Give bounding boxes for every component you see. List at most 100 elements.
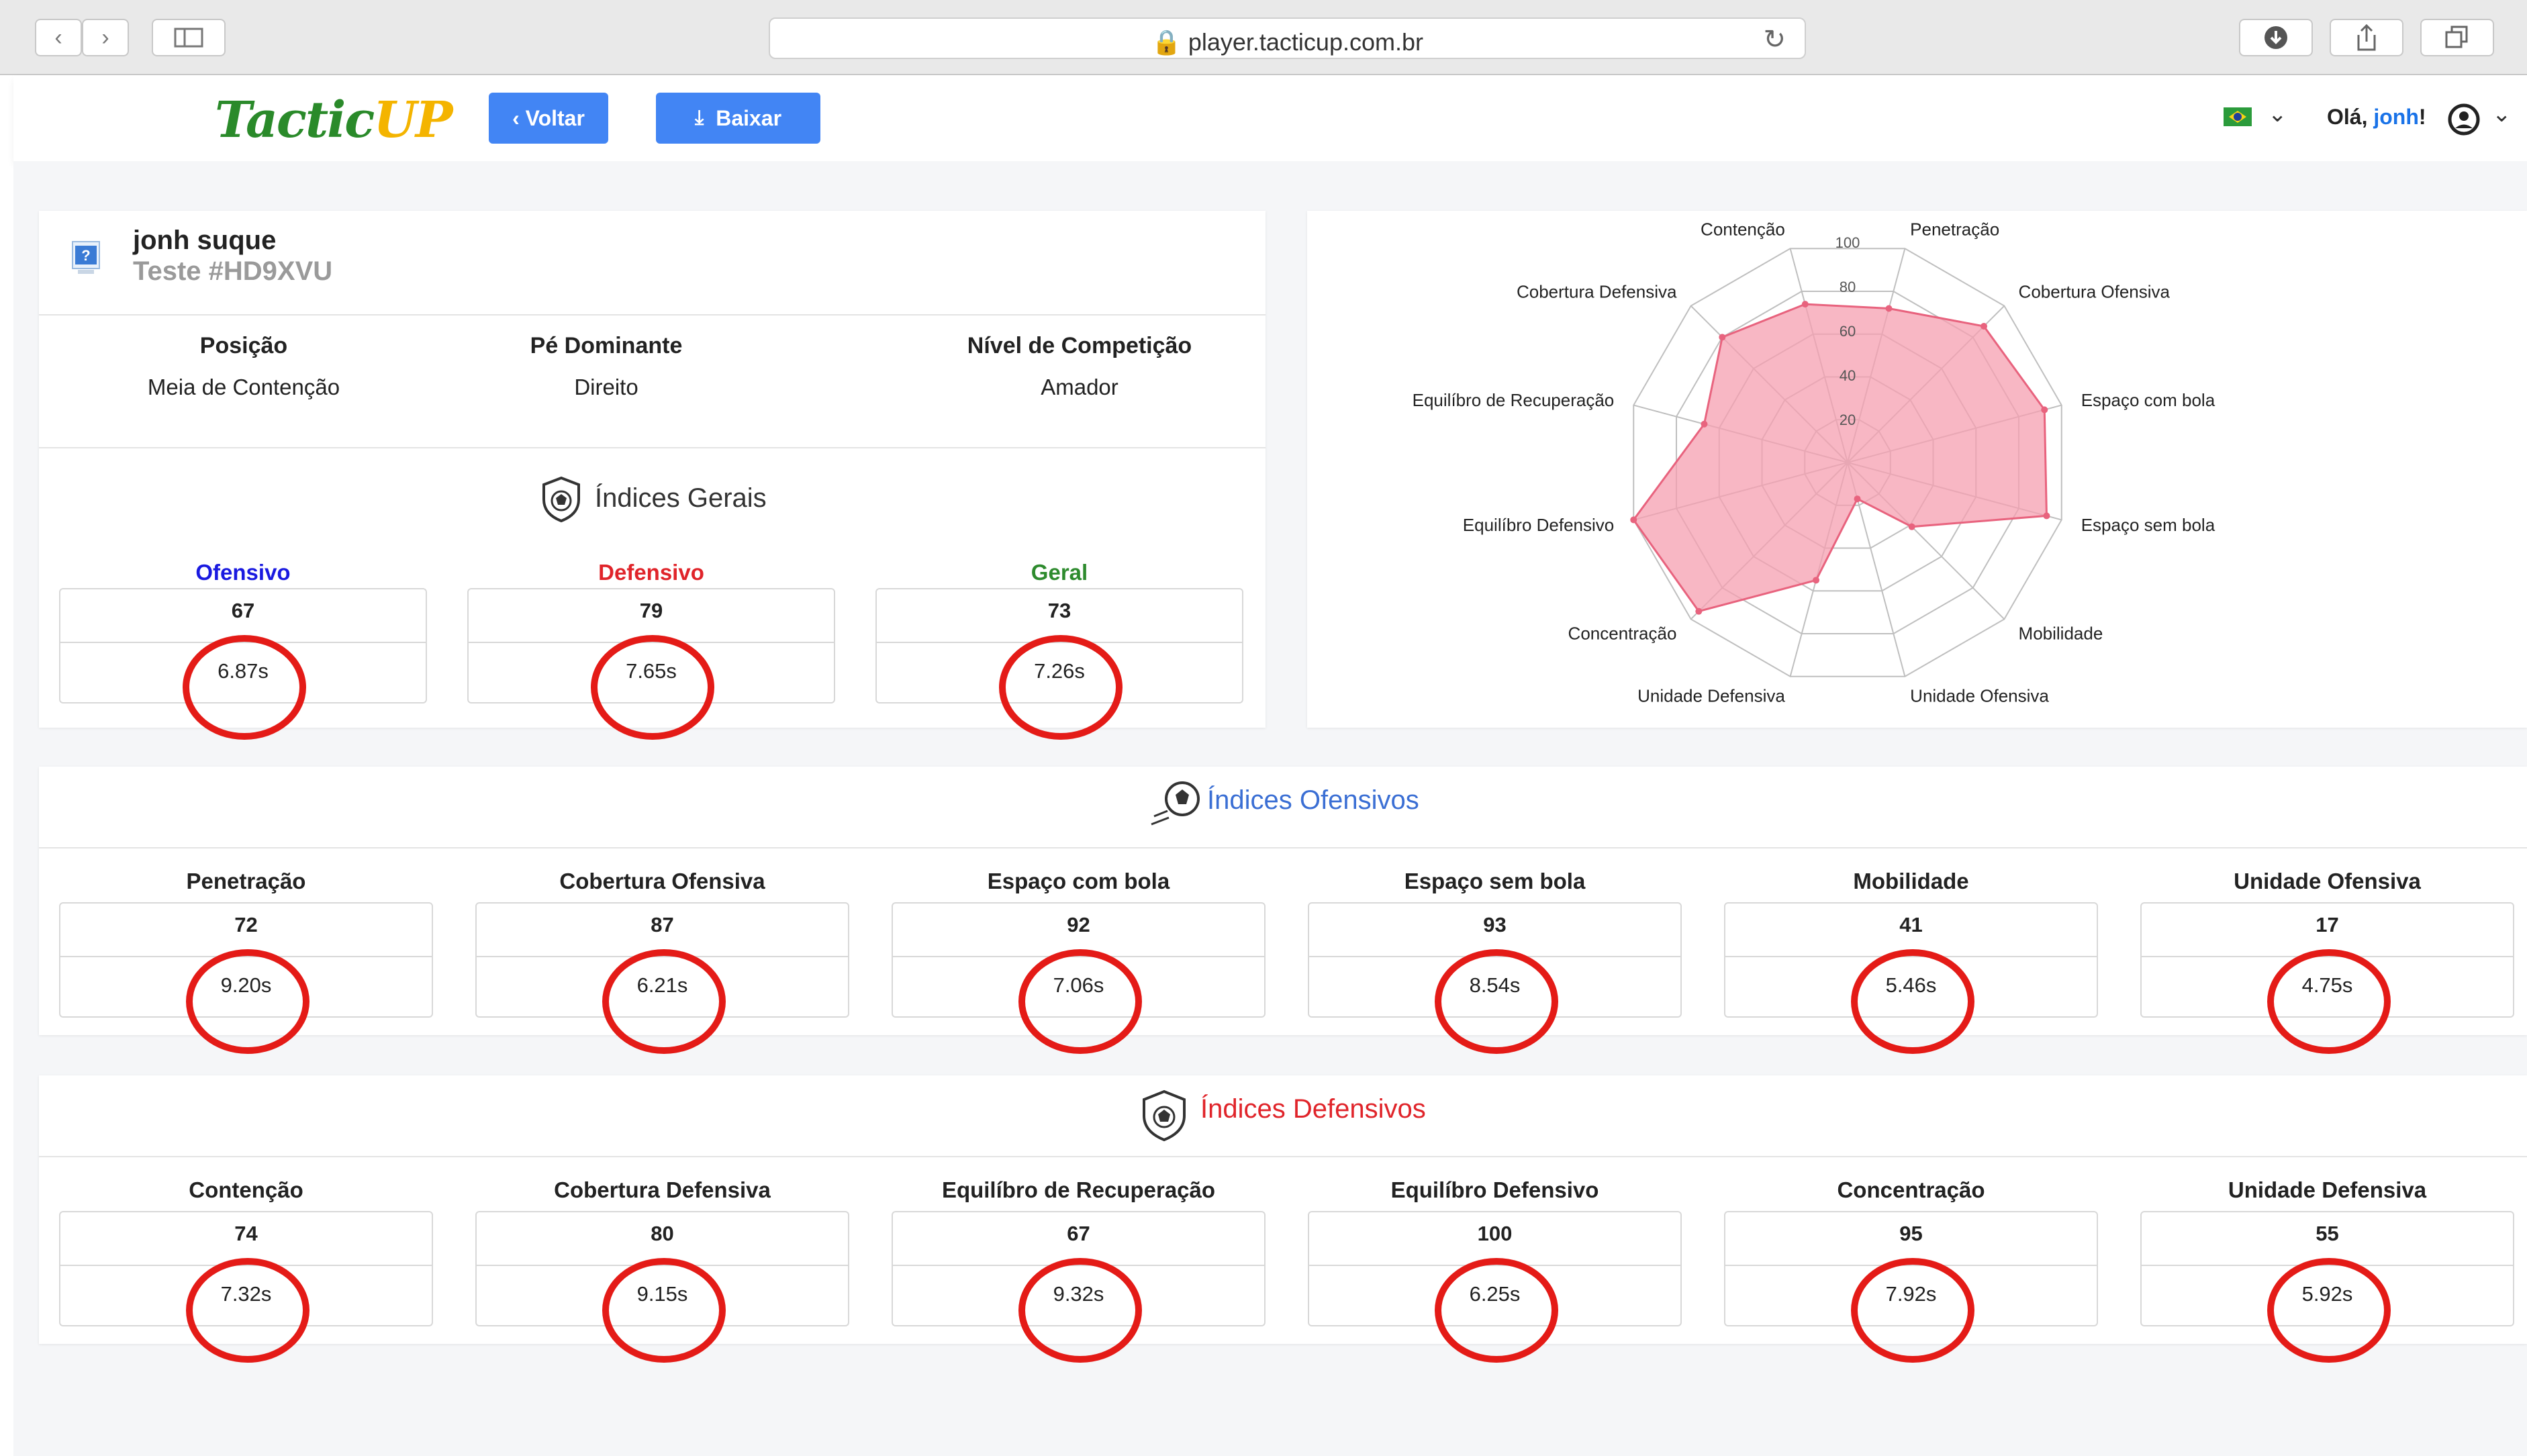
competition-level-value: Amador (1041, 375, 1118, 399)
stat-score: 79 (639, 599, 663, 622)
stat-score: 73 (1047, 599, 1071, 622)
position-label: Posição (199, 333, 288, 358)
radar-point (1801, 301, 1809, 308)
offensive-stat-label: Cobertura Ofensiva (559, 869, 765, 893)
stat-score: 41 (1899, 913, 1923, 936)
soccer-ball-speed-icon (1150, 776, 1204, 833)
back-nav-icon[interactable]: ‹ (35, 19, 82, 56)
competition-level-label: Nível de Competição (967, 333, 1192, 358)
highlight-circle (185, 1258, 309, 1363)
highlight-circle (1018, 1258, 1142, 1363)
back-button[interactable]: ‹ Voltar (489, 93, 608, 144)
general-stat-box: 73 7.26s (875, 588, 1243, 740)
stat-score: 93 (1483, 913, 1507, 936)
offensive-stat-box: 72 9.20s (59, 902, 433, 1054)
defensive-stat-label: Unidade Defensiva (2228, 1177, 2427, 1202)
radar-axis-label: Penetração (1910, 219, 1999, 239)
highlight-circle (1850, 1258, 1974, 1363)
player-name: jonh suque (133, 226, 277, 255)
defensive-stat-box: 95 7.92s (1724, 1211, 2098, 1363)
defensive-stat-box: 80 9.15s (475, 1211, 849, 1363)
stat-score: 87 (651, 913, 674, 936)
radar-axis-label: Equilíbro de Recuperação (1413, 390, 1615, 410)
radar-tick-label: 80 (1840, 279, 1856, 295)
highlight-circle (1018, 949, 1142, 1054)
download-arrow-icon: ⤓ (694, 107, 704, 129)
share-icon[interactable] (2330, 19, 2403, 56)
radar-tick-label: 100 (1835, 234, 1860, 251)
offensive-stat-label: Espaço sem bola (1404, 869, 1586, 893)
radar-point (1813, 577, 1820, 584)
radar-point (1885, 305, 1893, 312)
download-icon[interactable] (2239, 19, 2313, 56)
radar-axis-label: Concentração (1568, 624, 1677, 644)
offensive-stat-box: 41 5.46s (1724, 902, 2098, 1054)
address-bar[interactable]: 🔒 player.tacticup.com.br ↻ (769, 17, 1806, 59)
defensive-stat-label: Cobertura Defensiva (554, 1177, 771, 1202)
radar-point (2041, 406, 2048, 414)
forward-nav-icon[interactable]: › (82, 19, 129, 56)
tabs-icon[interactable] (2420, 19, 2494, 56)
player-avatar-icon: ? (71, 239, 101, 277)
lock-icon: 🔒 (1151, 28, 1182, 56)
offensive-stat-box: 92 7.06s (892, 902, 1266, 1054)
stat-score: 100 (1477, 1222, 1513, 1245)
offensive-stat-label: Mobilidade (1853, 869, 1969, 893)
general-stat-label: Defensivo (598, 560, 704, 585)
sidebar-toggle-icon[interactable] (152, 19, 226, 56)
divider (39, 1156, 2527, 1157)
user-greeting: Olá, jonh! (2327, 105, 2426, 129)
general-stat-label: Geral (1031, 560, 1088, 585)
stat-score: 72 (234, 913, 258, 936)
stat-score: 80 (651, 1222, 674, 1245)
divider (39, 847, 2527, 848)
highlight-circle (1434, 949, 1558, 1054)
defensive-stat-label: Concentração (1837, 1177, 1985, 1202)
player-card: ? jonh suque Teste #HD9XVU Posição Meia … (39, 211, 1266, 740)
stat-score: 67 (231, 599, 255, 622)
radar-point (1908, 523, 1915, 530)
stat-score: 67 (1067, 1222, 1090, 1245)
offensive-stat-label: Penetração (186, 869, 306, 893)
radar-axis-label: Contenção (1701, 219, 1785, 239)
radar-axis-label: Mobilidade (2019, 624, 2103, 644)
dominant-foot-value: Direito (574, 375, 638, 399)
download-button[interactable]: ⤓ Baixar (656, 93, 820, 144)
radar-point (1854, 495, 1861, 503)
highlight-circle (602, 1258, 726, 1363)
brazil-flag-icon[interactable] (2224, 107, 2252, 126)
radar-point (1695, 608, 1703, 615)
svg-text:?: ? (81, 247, 90, 264)
defensive-stat-box: 100 6.25s (1308, 1211, 1682, 1363)
reload-icon[interactable]: ↻ (1763, 24, 1786, 55)
radar-tick-label: 40 (1840, 367, 1856, 384)
shield-ball-icon (540, 475, 583, 527)
radar-tick-label: 20 (1840, 411, 1856, 428)
defensive-stat-box: 67 9.32s (892, 1211, 1266, 1363)
language-chevron-down-icon[interactable]: ⌄ (2268, 101, 2287, 128)
defensive-indices-title: Índices Defensivos (1200, 1094, 1426, 1124)
url-text: player.tacticup.com.br (1188, 28, 1423, 56)
offensive-indices-card: Índices Ofensivos Penetração 72 9.20s Cober… (39, 767, 2527, 1054)
user-avatar-icon[interactable] (2448, 103, 2480, 139)
highlight-circle (2267, 1258, 2391, 1363)
dominant-foot-label: Pé Dominante (530, 333, 683, 358)
radar-point (1981, 322, 1988, 330)
position-value: Meia de Contenção (147, 375, 340, 399)
stat-score: 74 (234, 1222, 258, 1245)
stat-score: 95 (1899, 1222, 1923, 1245)
user-menu-chevron-down-icon[interactable]: ⌄ (2492, 101, 2512, 128)
general-stat-box: 79 7.65s (467, 588, 835, 740)
highlight-circle (1434, 1258, 1558, 1363)
radar-axis-label: Cobertura Defensiva (1517, 281, 1677, 301)
highlight-circle (602, 949, 726, 1054)
general-stat-label: Ofensivo (195, 560, 291, 585)
general-stat-box: 67 6.87s (59, 588, 427, 740)
highlight-circle (999, 635, 1123, 740)
offensive-stat-label: Espaço com bola (987, 869, 1170, 893)
divider (39, 447, 1266, 448)
defensive-stat-label: Equilíbro de Recuperação (941, 1177, 1216, 1202)
highlight-circle (185, 949, 309, 1054)
stat-score: 92 (1067, 913, 1090, 936)
tacticup-logo: TacticUP (215, 91, 453, 149)
